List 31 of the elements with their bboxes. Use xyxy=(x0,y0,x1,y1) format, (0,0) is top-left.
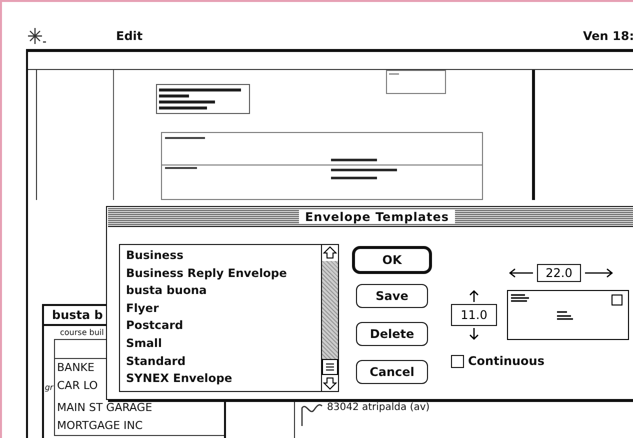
dialog-button[interactable]: Save xyxy=(356,284,428,308)
height-field[interactable]: 11.0 xyxy=(451,304,497,326)
left-arrow-icon xyxy=(509,268,533,278)
sparkle-icon[interactable] xyxy=(28,28,46,44)
dialog-button[interactable]: OK xyxy=(352,246,432,274)
template-item[interactable]: Business Reply Envelope xyxy=(126,264,315,282)
menu-clock: Ven 18: xyxy=(583,29,633,43)
stamp-frame-drawing xyxy=(386,70,446,94)
dialog-button[interactable]: Cancel xyxy=(356,360,428,384)
template-item[interactable]: Small xyxy=(126,334,315,353)
scroll-up-icon[interactable] xyxy=(322,245,338,261)
template-item[interactable]: Standard xyxy=(126,352,315,370)
up-arrow-icon xyxy=(469,290,479,302)
scroll-down-icon[interactable] xyxy=(322,375,338,391)
dialog-title: Envelope Templates xyxy=(298,210,456,224)
list-row[interactable]: MAIN ST GARAGE xyxy=(57,399,224,417)
window-subtitle: course buil xyxy=(59,327,105,339)
template-item[interactable]: SYNEX Envelope xyxy=(126,370,315,388)
template-item[interactable]: busta buona xyxy=(126,282,315,300)
down-arrow-icon xyxy=(469,328,479,340)
scroll-bar[interactable] xyxy=(321,245,338,391)
dialog-button[interactable]: Delete xyxy=(356,322,428,346)
menu-item[interactable]: Edit xyxy=(116,29,143,43)
scroll-thumb-icon[interactable] xyxy=(322,359,338,375)
side-label: gr xyxy=(44,383,54,394)
list-row[interactable]: MORTGAGE INC xyxy=(57,417,224,435)
width-field[interactable]: 22.0 xyxy=(537,264,581,282)
right-arrow-icon xyxy=(585,268,613,278)
template-item[interactable]: Business xyxy=(126,247,315,265)
address-text: 83042 atripalda (av) xyxy=(327,402,430,414)
continuous-checkbox[interactable]: Continuous xyxy=(451,354,629,368)
